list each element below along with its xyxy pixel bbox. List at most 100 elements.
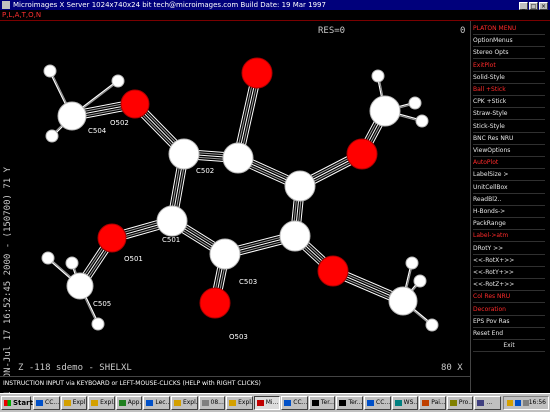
taskbar-button-label: Expl... [238,399,253,406]
side-menu-item[interactable]: ReadBl2.. [473,194,545,206]
taskbar-button-label: 08... [210,399,224,406]
taskbar-button[interactable]: 08... [198,396,226,410]
taskbar-button[interactable]: Expl... [88,396,115,410]
atom-label: O502 [110,119,129,127]
taskbar-button[interactable]: Expl... [170,396,198,410]
app-icon [36,400,43,406]
taskbar-button[interactable]: Lec... [143,396,170,410]
start-button[interactable]: Start [1,396,33,410]
side-menu-item[interactable]: <<-RotZ+>> [473,279,545,292]
taskbar-button[interactable]: Mi... [253,396,281,410]
hydrogen-atom[interactable] [425,318,439,332]
instruction-input[interactable]: INSTRUCTION INPUT via KEYBOARD or LEFT-M… [0,376,470,392]
hydrogen-atom[interactable] [65,256,79,270]
taskbar-button[interactable]: WS... [391,396,419,410]
maximize-icon[interactable]: □ [529,2,538,10]
hydrogen-atom[interactable] [413,274,427,288]
minimize-icon[interactable]: _ [519,2,528,10]
side-menu-item[interactable]: Col Res NRU [473,291,545,304]
side-menu-item[interactable]: <<-RotY+>> [473,267,545,279]
taskbar-button[interactable]: App... [115,396,143,410]
taskbar-button-label: Expl... [72,399,88,406]
carbon-atom[interactable] [57,101,87,131]
carbon-atom[interactable] [168,138,200,170]
tray-icon[interactable] [507,400,513,406]
side-menu-item[interactable]: Ball +Stick [473,84,545,96]
taskbar-button[interactable]: Pro... [446,396,474,410]
side-menu-item[interactable]: OptionMenus [473,35,545,48]
oxygen-atom[interactable] [317,255,349,287]
hydrogen-atom[interactable] [41,251,55,265]
menu-platon[interactable]: P,L,A,T,O,N [2,11,41,20]
side-menu-item[interactable]: CPK +Stick [473,96,545,109]
taskbar-button[interactable]: Expl... [226,396,253,410]
side-menu-item[interactable]: Reset End [473,328,545,340]
carbon-atom[interactable] [284,170,316,202]
clock: 16:56 [528,399,546,406]
molecule-plot-area[interactable]: C501 C502 C503 C504 C505 O501 O502 O503 [0,21,470,376]
taskbar-button[interactable]: CC... [281,396,308,410]
hydrogen-atom[interactable] [408,96,422,110]
oxygen-atom[interactable] [199,287,231,319]
carbon-atom[interactable] [279,220,311,252]
taskbar-button[interactable]: CC... [364,396,391,410]
taskbar-button-label: Expl... [100,399,115,406]
app-icon [118,400,126,406]
carbon-atom[interactable] [388,286,418,316]
hydrogen-atom[interactable] [415,114,429,128]
side-menu-item[interactable]: PackRange [473,218,545,231]
side-menu-item[interactable]: EPS Pov Ras [473,316,545,328]
side-menu-item[interactable]: Stick-Style [473,121,545,133]
molecule-canvas[interactable]: C501 C502 C503 C504 C505 O501 O502 O503 [0,21,470,376]
carbon-atom[interactable] [209,238,241,270]
oxygen-atom[interactable] [241,57,273,89]
side-menu-item[interactable]: Solid-Style [473,72,545,84]
atom-label: C503 [239,278,257,286]
taskbar-button[interactable]: Ter... [336,396,364,410]
taskbar-button[interactable]: CC... [33,396,60,410]
oxygen-atom[interactable] [97,223,127,253]
side-menu-item[interactable]: Exit [473,340,545,353]
taskbar-button[interactable]: Pai... [419,396,446,410]
taskbar-button-label: ... [486,399,493,406]
hydrogen-atom[interactable] [91,317,105,331]
side-menu-item[interactable]: DRotY >> [473,243,545,255]
app-icon [284,400,292,406]
side-menu-item[interactable]: Label->atm [473,230,545,243]
oxygen-atom[interactable] [346,138,378,170]
oxygen-atom[interactable] [120,89,150,119]
hydrogen-atom[interactable] [111,74,125,88]
side-menu-item[interactable]: AutoPlot [473,157,545,170]
hydrogen-atom[interactable] [43,64,57,78]
side-menu-item[interactable]: <<-RotX+>> [473,255,545,267]
tray-icon[interactable] [515,400,521,406]
taskbar-button[interactable]: ... [474,396,501,410]
carbon-atom[interactable] [156,205,188,237]
carbon-atom[interactable] [222,142,254,174]
side-menu-item[interactable]: Decoration [473,304,545,316]
app-icon [229,400,237,406]
app-icon [422,400,430,406]
side-menu-item[interactable]: Straw-Style [473,108,545,121]
carbon-atom[interactable] [369,95,401,127]
side-menu-item[interactable]: Stereo Opts [473,47,545,60]
taskbar-button-label: Expl... [182,399,198,406]
speaker-icon[interactable] [523,400,529,406]
side-menu-item[interactable]: H-Bonds-> [473,206,545,218]
taskbar-button[interactable]: Expl... [60,396,88,410]
res-label: RES=0 [318,26,346,36]
hydrogen-atom[interactable] [405,256,419,270]
vertical-info-label: PLATON-Jul 17 16:52:45 2000 - (150700) 7… [3,167,13,400]
taskbar-button[interactable]: Ter... [308,396,336,410]
taskbar-button-label: CC... [45,399,60,406]
side-menu-item[interactable]: BNC Res NRU [473,133,545,145]
side-menu-item[interactable]: ExitPlot [473,60,545,72]
hydrogen-atom[interactable] [45,129,59,143]
side-menu-item[interactable]: UnitCellBox [473,182,545,194]
side-menu-item[interactable]: ViewOptions [473,145,545,157]
side-menu-item[interactable]: LabelSize > [473,169,545,182]
hydrogen-atom[interactable] [371,69,385,83]
app-icon [339,400,347,406]
close-icon[interactable]: × [539,2,548,10]
carbon-atom[interactable] [66,272,94,300]
